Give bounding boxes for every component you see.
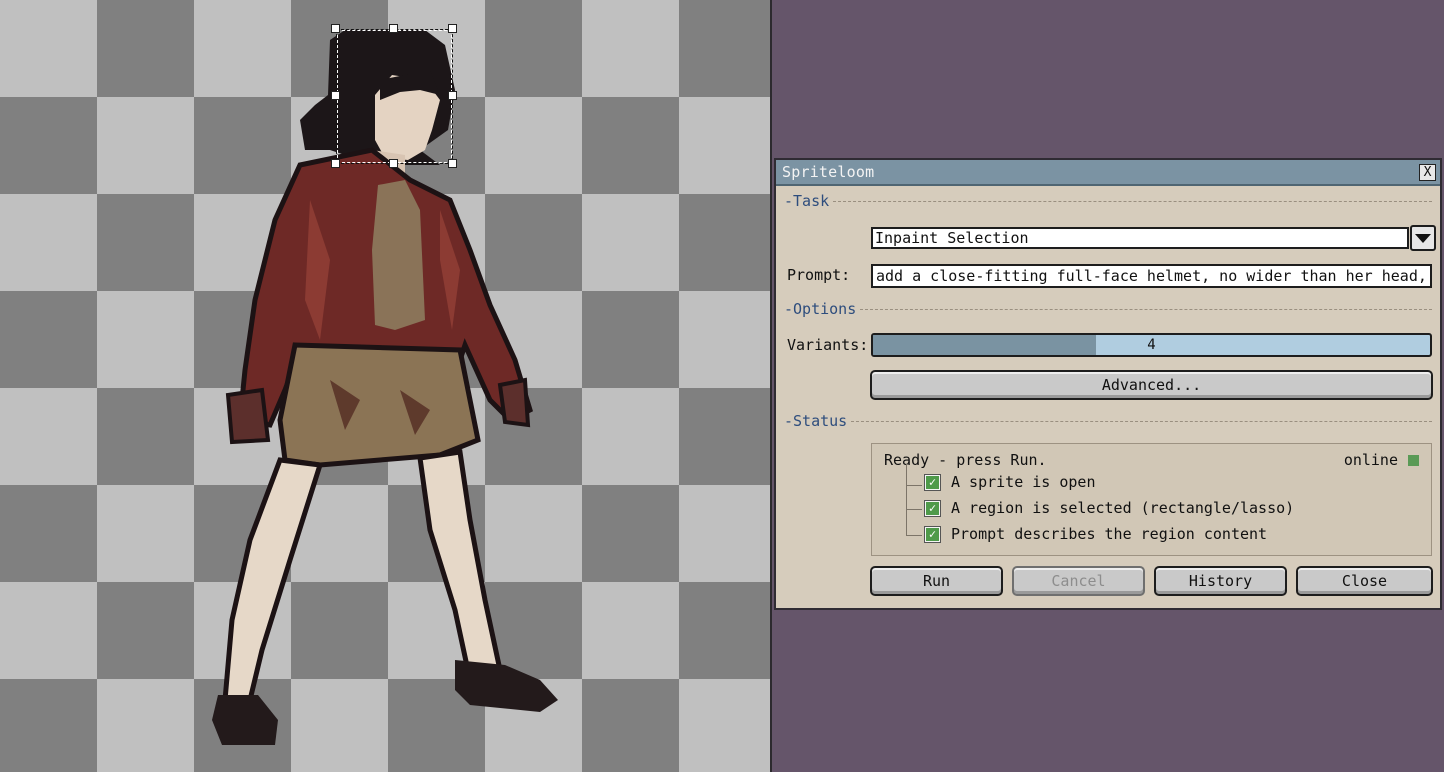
section-divider bbox=[851, 420, 1432, 422]
connection-label: online bbox=[1343, 451, 1398, 469]
cancel-button[interactable]: Cancel bbox=[1012, 566, 1145, 596]
section-task-label: -Task bbox=[784, 192, 830, 210]
checkbox-checked-icon: ✓ bbox=[924, 473, 941, 491]
tree-connector bbox=[906, 510, 922, 536]
section-divider bbox=[860, 308, 1432, 310]
variants-label: Variants: bbox=[787, 336, 869, 354]
connection-status: online bbox=[1344, 451, 1419, 469]
close-icon[interactable]: X bbox=[1419, 163, 1436, 181]
sprite-canvas[interactable] bbox=[0, 0, 772, 772]
close-button[interactable]: Close bbox=[1296, 566, 1433, 596]
history-button[interactable]: History bbox=[1154, 566, 1287, 596]
tree-connector bbox=[906, 486, 922, 510]
task-dropdown[interactable]: Inpaint Selection bbox=[871, 225, 1436, 251]
variants-slider[interactable]: 4 bbox=[871, 333, 1432, 357]
section-options-label: -Options bbox=[784, 300, 857, 318]
prompt-input[interactable]: add a close-fitting full-face helmet, no… bbox=[871, 264, 1432, 288]
section-status-label: -Status bbox=[784, 412, 848, 430]
selection-handle[interactable] bbox=[448, 159, 457, 168]
advanced-button[interactable]: Advanced... bbox=[870, 370, 1433, 400]
section-task: -Task bbox=[784, 192, 1432, 210]
selection-handle[interactable] bbox=[448, 24, 457, 33]
run-button[interactable]: Run bbox=[870, 566, 1003, 596]
online-indicator-icon bbox=[1408, 454, 1419, 466]
selection-marquee[interactable] bbox=[336, 29, 453, 164]
selection-handle[interactable] bbox=[331, 159, 340, 168]
selection-handle[interactable] bbox=[448, 91, 457, 100]
tree-connector bbox=[906, 464, 922, 486]
checkbox-checked-icon: ✓ bbox=[924, 499, 941, 517]
checkbox-checked-icon: ✓ bbox=[924, 525, 941, 543]
check-item: ✓ Prompt describes the region content bbox=[924, 525, 1267, 543]
dialog-title: Spriteloom bbox=[782, 163, 875, 181]
task-dropdown-value[interactable]: Inpaint Selection bbox=[871, 227, 1409, 249]
check-label: A region is selected (rectangle/lasso) bbox=[951, 499, 1295, 517]
variants-value: 4 bbox=[1147, 337, 1156, 353]
check-label: A sprite is open bbox=[951, 473, 1096, 491]
selection-handle[interactable] bbox=[331, 91, 340, 100]
dropdown-arrow-button[interactable] bbox=[1410, 225, 1436, 251]
prompt-label: Prompt: bbox=[787, 266, 851, 284]
status-panel: Ready - press Run. online ✓ A sprite is … bbox=[871, 443, 1432, 556]
chevron-down-icon bbox=[1415, 233, 1431, 243]
selection-handle[interactable] bbox=[389, 24, 398, 33]
check-item: ✓ A sprite is open bbox=[924, 473, 1096, 491]
check-item: ✓ A region is selected (rectangle/lasso) bbox=[924, 499, 1294, 517]
selection-handle[interactable] bbox=[389, 159, 398, 168]
section-options: -Options bbox=[784, 300, 1432, 318]
selection-handle[interactable] bbox=[331, 24, 340, 33]
section-divider bbox=[833, 200, 1432, 202]
check-label: Prompt describes the region content bbox=[951, 525, 1268, 543]
dialog-titlebar[interactable]: Spriteloom X bbox=[776, 160, 1440, 186]
section-status: -Status bbox=[784, 412, 1432, 430]
spriteloom-dialog: Spriteloom X -Task Inpaint Selection Pro… bbox=[774, 158, 1442, 610]
